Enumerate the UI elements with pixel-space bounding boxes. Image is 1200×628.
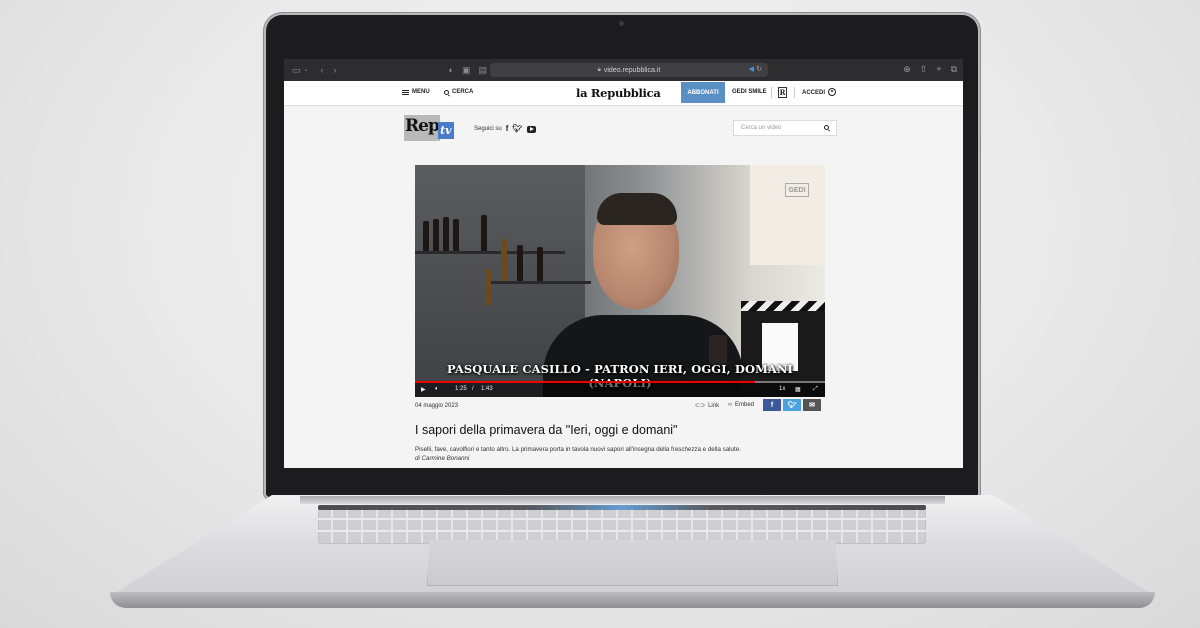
download-icon[interactable]: ⊕: [903, 64, 911, 75]
site-logo[interactable]: la Repubblica: [576, 86, 661, 100]
divider: [794, 87, 795, 98]
embed-label: Embed: [735, 402, 755, 408]
chevron-down-icon[interactable]: ⌄: [304, 67, 309, 73]
youtube-icon[interactable]: [526, 125, 536, 133]
reader-icon[interactable]: ▤: [479, 65, 488, 75]
laptop-bezel-bottom: [266, 468, 978, 497]
login-label: ACCEDI: [802, 90, 826, 96]
video-frame-bottle: [537, 247, 543, 281]
video-frame-bottle: [485, 269, 491, 305]
link-icon: ⊂⊃: [695, 403, 706, 409]
video-author: di Carmine Bonanni: [415, 455, 470, 462]
tab-favicon-icon[interactable]: ▣: [462, 65, 471, 75]
reptv-logo[interactable]: Rep tv: [404, 115, 454, 141]
fullscreen-icon[interactable]: ⤢: [813, 386, 818, 393]
embed-button[interactable]: ‹› Embed: [728, 402, 754, 408]
current-time: 1:25: [455, 386, 467, 392]
toolbar-right-icons: ⊕ ⇧ + ⧉: [903, 64, 957, 75]
menu-label: MENU: [412, 89, 430, 95]
video-frame-clapperboard-top: [741, 301, 825, 311]
gedi-smile-link[interactable]: GEDI SMILE: [732, 89, 767, 95]
forward-icon[interactable]: ›: [334, 65, 337, 75]
video-frame-bottle: [481, 215, 487, 251]
reptv-logo-rep: Rep: [404, 115, 440, 141]
url-text: video.repubblica.it: [603, 66, 661, 74]
link-label: Link: [708, 402, 720, 409]
search-button[interactable]: CERCA: [444, 89, 473, 95]
video-search-placeholder: Cerca un video: [741, 125, 782, 131]
video-search-input[interactable]: Cerca un video: [733, 120, 837, 136]
twitter-icon[interactable]: 🐦︎: [512, 125, 522, 133]
video-frame-bottle: [517, 245, 523, 281]
video-frame-bottle: [433, 219, 439, 251]
video-player[interactable]: GEDI PASQUALE CASILLO - PATRON IERI, OGG…: [415, 165, 825, 397]
audio-playing-icon[interactable]: ◀︎: [749, 65, 754, 73]
new-tab-icon[interactable]: +: [936, 64, 941, 75]
rplus-badge[interactable]: R: [778, 87, 787, 98]
play-icon[interactable]: ▶: [421, 386, 426, 393]
video-title: I sapori della primavera da "Ieri, oggi …: [415, 423, 678, 437]
menu-button[interactable]: MENU: [402, 89, 430, 95]
address-bar[interactable]: 🔒︎ video.repubblica.it ◀︎ ↻: [490, 63, 768, 77]
link-button[interactable]: ⊂⊃ Link: [695, 402, 720, 410]
user-icon: [828, 88, 837, 96]
divider: [771, 87, 772, 98]
trackpad: [427, 540, 838, 586]
laptop-hinge: [300, 496, 945, 504]
subscribe-button[interactable]: ABBONATI: [681, 82, 725, 103]
share-twitter-button[interactable]: 🐦︎: [783, 399, 801, 411]
quality-icon[interactable]: ▦: [795, 386, 801, 393]
search-label: CERCA: [452, 89, 474, 95]
volume-icon[interactable]: 🔈︎: [435, 386, 439, 393]
video-frame-window: [750, 165, 825, 265]
social-follow: Seguici su f 🐦︎: [474, 125, 536, 133]
privacy-shield-icon[interactable]: ◐: [449, 65, 454, 75]
webcam: [619, 21, 624, 26]
lock-icon: 🔒︎: [597, 66, 601, 73]
video-date: 04 maggio 2023: [415, 403, 459, 409]
reload-icon[interactable]: ↻: [756, 65, 762, 73]
search-icon[interactable]: [824, 125, 829, 130]
gedi-watermark: GEDI: [785, 183, 809, 197]
share-icon[interactable]: ⇧: [920, 64, 928, 75]
search-icon: [444, 89, 449, 95]
playback-speed[interactable]: 1x: [779, 386, 785, 392]
video-progress-fill: [415, 381, 756, 383]
video-frame-person-hair: [597, 193, 677, 225]
video-progress-bar[interactable]: [415, 381, 825, 383]
login-button[interactable]: ACCEDI: [802, 88, 837, 97]
video-frame-bottle: [443, 217, 449, 251]
video-frame-shelf: [491, 281, 591, 284]
browser-toolbar: ▭ ⌄ ‹ › ◐ ▣ ▤ 🔒︎ video.repubblica.it ◀︎ …: [284, 59, 963, 81]
touch-bar: [318, 505, 926, 510]
share-facebook-button[interactable]: f: [763, 399, 781, 411]
hamburger-icon: [402, 89, 409, 95]
follow-label: Seguici su: [474, 126, 502, 132]
time-separator: /: [472, 386, 474, 392]
video-description: Piselli, fave, cavolfiori e tanto altro.…: [415, 446, 741, 453]
tab-overview-icon[interactable]: ⧉: [951, 64, 957, 75]
video-controls: ▶ 🔈︎ 1:25 / 1:43 1x ▦ ⤢: [415, 381, 825, 397]
sidebar-icon[interactable]: ▭: [292, 65, 301, 75]
back-icon[interactable]: ‹: [321, 65, 324, 75]
embed-icon: ‹›: [728, 402, 732, 408]
laptop-base-edge: [110, 592, 1155, 608]
laptop-screen: ▭ ⌄ ‹ › ◐ ▣ ▤ 🔒︎ video.repubblica.it ◀︎ …: [284, 59, 963, 468]
video-frame-bottle: [423, 221, 429, 251]
site-top-nav: MENU CERCA la Repubblica ABBONATI GEDI S…: [284, 81, 963, 106]
video-frame-diffuser: [709, 335, 727, 365]
video-frame-bottle: [453, 219, 459, 251]
keyboard: [318, 506, 926, 544]
video-frame-bottle: [501, 239, 507, 281]
facebook-icon[interactable]: f: [506, 125, 509, 133]
reptv-logo-tv: tv: [437, 122, 454, 139]
duration: 1:43: [481, 386, 493, 392]
share-mail-button[interactable]: ✉: [803, 399, 821, 411]
